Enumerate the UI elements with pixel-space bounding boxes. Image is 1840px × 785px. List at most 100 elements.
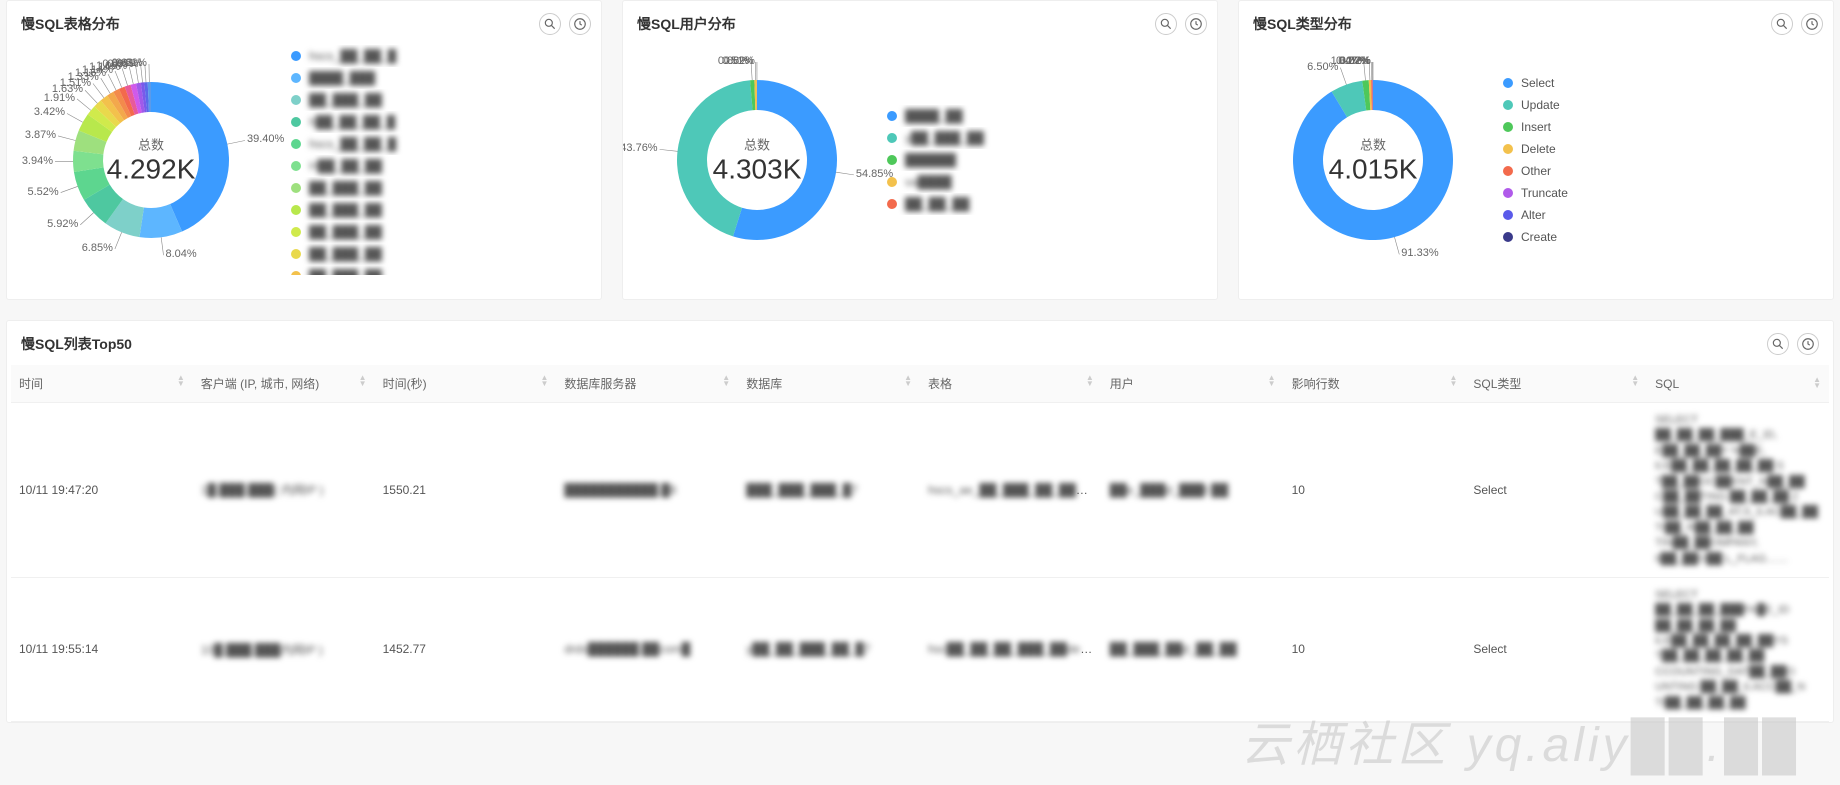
column-label: 表格 — [928, 377, 952, 391]
legend-item[interactable]: Update — [1503, 94, 1823, 116]
legend-label: hscs_██_██_█ — [309, 49, 396, 63]
sort-icon[interactable]: ▲▼ — [1449, 375, 1457, 387]
column-header[interactable]: SQL类型 ▲▼ — [1465, 365, 1647, 403]
column-header[interactable]: SQL ▲▼ — [1647, 365, 1829, 403]
table-row[interactable]: 10/11 19:47:201█.███.███( 内网IP )1550.21█… — [11, 403, 1829, 578]
legend-label: H██_██_██ — [309, 159, 382, 173]
column-label: 数据库 — [746, 377, 782, 391]
sort-icon[interactable]: ▲▼ — [1086, 375, 1094, 387]
column-header[interactable]: 影响行数 ▲▼ — [1284, 365, 1466, 403]
table-row[interactable]: 10/11 19:55:1410█.███.███内网IP )1452.77dr… — [11, 577, 1829, 721]
sort-icon[interactable]: ▲▼ — [1813, 377, 1821, 389]
legend-item[interactable]: hscs_██_██_█ — [291, 45, 591, 67]
column-header[interactable]: 用户▲▼ — [1102, 365, 1284, 403]
chart-card: 慢SQL用户分布 总数4.303K54.85%43.76%0.86%0.51%0… — [622, 0, 1218, 300]
table-cell: ██e_███d_███t ██ — [1102, 403, 1284, 578]
clock-icon[interactable] — [1797, 333, 1819, 355]
zoom-icon[interactable] — [1771, 13, 1793, 35]
legend-label: ██_███_██ — [309, 225, 382, 239]
legend-item[interactable]: ██_███_██ — [291, 243, 591, 265]
sort-icon[interactable]: ▲▼ — [1631, 375, 1639, 387]
legend-item[interactable]: ██_██_██ — [887, 193, 1207, 215]
legend-item[interactable]: ██_███_██ — [291, 89, 591, 111]
legend-label: ████_███ — [309, 71, 375, 85]
sort-icon[interactable]: ▲▼ — [177, 375, 185, 387]
legend-item[interactable]: Delete — [1503, 138, 1823, 160]
column-header[interactable]: 时间(秒)▲▼ — [375, 365, 557, 403]
legend-item[interactable]: ██████ — [887, 149, 1207, 171]
legend-label: Create — [1521, 230, 1557, 244]
column-header[interactable]: 数据库 ▲▼ — [738, 365, 920, 403]
column-label: SQL类型 — [1473, 377, 1521, 391]
column-header[interactable]: 客户端 (IP, 城市, 网络) ▲▼ — [193, 365, 375, 403]
clock-icon[interactable] — [569, 13, 591, 35]
column-label: 时间 — [19, 377, 43, 391]
legend-label: Update — [1521, 98, 1560, 112]
column-header[interactable]: 表格 ▲▼ — [920, 365, 1102, 403]
legend-label: ██_███_██ — [309, 203, 382, 217]
legend-item[interactable]: ██_███_██ — [291, 177, 591, 199]
sort-icon[interactable]: ▲▼ — [540, 375, 548, 387]
legend-dot — [1503, 100, 1513, 110]
legend-item[interactable]: Alter — [1503, 204, 1823, 226]
legend-item[interactable]: h██_██_██_█ — [291, 111, 591, 133]
column-header[interactable]: 时间 ▲▼ — [11, 365, 193, 403]
chart-card: 慢SQL表格分布 总数4.292K39.40%8.04%6.85%5.92%5.… — [6, 0, 602, 300]
legend-dot — [1503, 166, 1513, 176]
legend-label: Truncate — [1521, 186, 1568, 200]
legend-item[interactable]: ██_███_██ — [291, 221, 591, 243]
table-cell: drds██████.██com█ — [556, 577, 738, 721]
donut-center-value: 4.015K — [1329, 154, 1418, 186]
legend-item[interactable]: va████ — [887, 171, 1207, 193]
legend-item[interactable]: Truncate — [1503, 182, 1823, 204]
legend-item[interactable]: ██_███_██ — [291, 265, 591, 275]
column-label: SQL — [1655, 377, 1679, 391]
table-cell: y██_██_███_██_█7 — [738, 577, 920, 721]
legend-item[interactable]: Create — [1503, 226, 1823, 248]
table-title: 慢SQL列表Top50 — [21, 334, 132, 354]
donut-chart: 总数4.303K54.85%43.76%0.86%0.51%0.02% — [637, 40, 877, 280]
legend-item[interactable]: Select — [1503, 72, 1823, 94]
legend-dot — [291, 227, 301, 237]
table-cell: 10/11 19:55:14 — [11, 577, 193, 721]
zoom-icon[interactable] — [539, 13, 561, 35]
sort-icon[interactable]: ▲▼ — [359, 375, 367, 387]
legend-item[interactable]: H██_██_██ — [291, 155, 591, 177]
zoom-icon[interactable] — [1767, 333, 1789, 355]
legend-dot — [291, 51, 301, 61]
legend-label: ██_███_██ — [309, 93, 382, 107]
column-header[interactable]: 数据库服务器 ▲▼ — [556, 365, 738, 403]
table-cell: SELECT ██_██_██_███FA█E_ID ██_██_██_██ t… — [1647, 577, 1829, 721]
sort-icon[interactable]: ▲▼ — [904, 375, 912, 387]
legend-item[interactable]: ████_███ — [291, 67, 591, 89]
legend-dot — [1503, 144, 1513, 154]
clock-icon[interactable] — [1185, 13, 1207, 35]
table-cell: 1█.███.███( 内网IP ) — [193, 403, 375, 578]
legend-label: Delete — [1521, 142, 1556, 156]
legend-item[interactable]: hscs_██_██_█ — [291, 133, 591, 155]
legend-label: Other — [1521, 164, 1551, 178]
table-cell: ███████████.█8 — [556, 403, 738, 578]
legend-label: h██_██_██_█ — [309, 115, 395, 129]
legend-item[interactable]: ████_██ — [887, 105, 1207, 127]
zoom-icon[interactable] — [1155, 13, 1177, 35]
sort-icon[interactable]: ▲▼ — [722, 375, 730, 387]
donut-center-value: 4.303K — [713, 154, 802, 186]
sort-icon[interactable]: ▲▼ — [1268, 375, 1276, 387]
legend-dot — [291, 73, 301, 83]
legend-item[interactable]: y██_███_██ — [887, 127, 1207, 149]
column-label: 客户端 (IP, 城市, 网络) — [201, 377, 319, 391]
legend-item[interactable]: Other — [1503, 160, 1823, 182]
legend-dot — [887, 199, 897, 209]
slow-sql-table: 时间▲▼客户端 (IP, 城市, 网络)▲▼时间(秒)▲▼数据库服务器▲▼数据库… — [11, 365, 1829, 722]
chart-legend: Select Update Insert Delete Other Truncate Alt… — [1493, 72, 1823, 248]
chart-card: 慢SQL类型分布 总数4.015K91.33%6.50%1.30%0.47%0.… — [1238, 0, 1834, 300]
legend-dot — [291, 205, 301, 215]
clock-icon[interactable] — [1801, 13, 1823, 35]
legend-item[interactable]: Insert — [1503, 116, 1823, 138]
column-label: 数据库服务器 — [564, 377, 636, 391]
column-label: 影响行数 — [1292, 377, 1340, 391]
legend-dot — [887, 155, 897, 165]
legend-label: ██_███_██ — [309, 247, 382, 261]
legend-item[interactable]: ██_███_██ — [291, 199, 591, 221]
